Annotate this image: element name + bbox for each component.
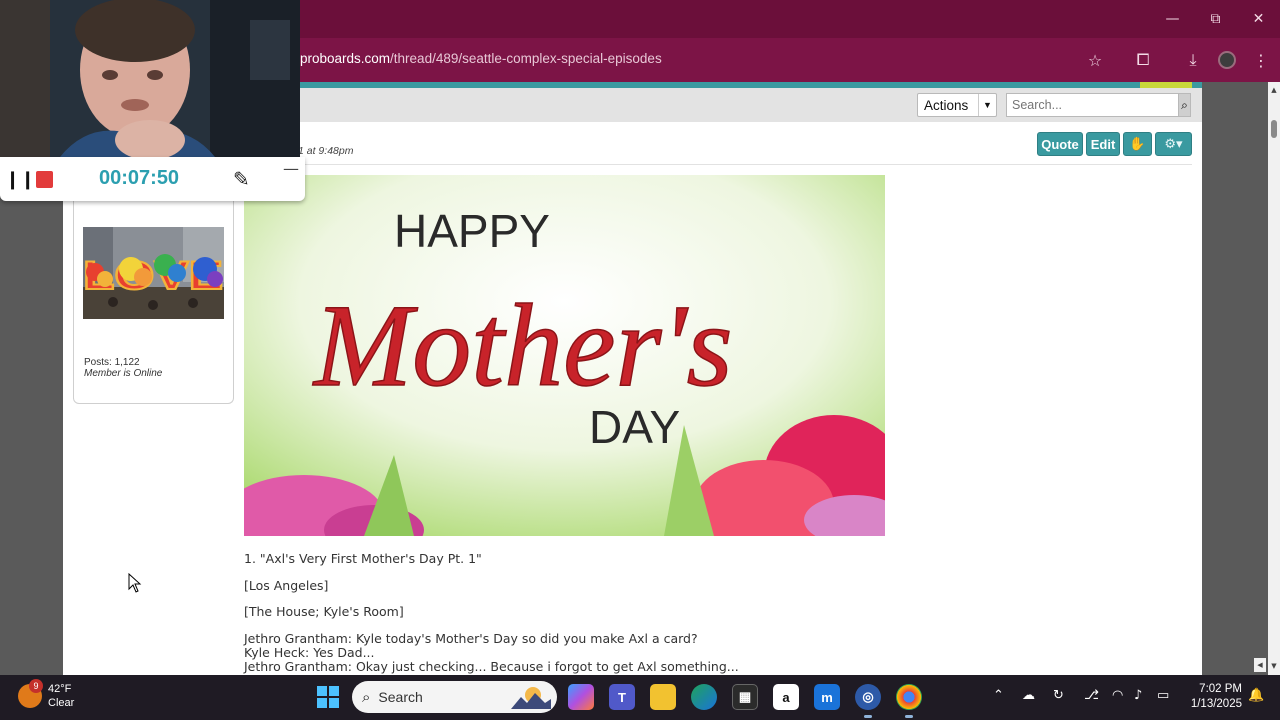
post-line: Jethro Grantham: Kyle today's Mother's D… <box>244 631 698 646</box>
url-host: proboards.com <box>300 51 391 66</box>
minimize-recorder-icon[interactable]: — <box>283 159 299 178</box>
search-icon: ⌕ <box>362 688 371 706</box>
download-icon[interactable]: ⤓ <box>1179 46 1207 74</box>
minimize-icon[interactable]: — <box>1151 0 1194 38</box>
wifi-icon[interactable]: ◠ <box>1112 688 1123 703</box>
weather-badge: 9 <box>29 679 43 693</box>
avatar[interactable]: LOVE <box>83 227 224 319</box>
webcam-overlay <box>0 0 300 157</box>
actions-dropdown[interactable]: Actions ▼ <box>917 93 997 117</box>
post-line: Jethro Grantham: Okay just checking... B… <box>244 659 739 674</box>
scroll-left-icon[interactable]: ◀ <box>1254 658 1266 672</box>
window-controls: — ⧉ ✕ <box>1151 0 1280 38</box>
actions-label: Actions <box>924 97 969 113</box>
sync-icon[interactable]: ↻ <box>1053 688 1064 703</box>
weather-temp: 42°F <box>48 683 72 695</box>
teams-icon[interactable]: T <box>609 684 635 710</box>
mouse-cursor-icon <box>128 573 142 593</box>
scroll-down-icon[interactable]: ▼ <box>1268 660 1280 672</box>
store-icon[interactable]: ▦ <box>732 684 758 710</box>
onedrive-icon[interactable]: ☁ <box>1022 688 1035 703</box>
volume-icon[interactable]: ♪ <box>1134 688 1142 703</box>
image-text-happy: HAPPY <box>394 205 550 257</box>
weather-widget[interactable]: 9 42°F Clear <box>18 679 75 710</box>
battery-icon[interactable]: ▭ <box>1157 688 1169 703</box>
puzzle-icon[interactable]: ⧠ <box>1129 46 1157 74</box>
edge-icon[interactable] <box>691 684 717 710</box>
like-button[interactable]: ✋ <box>1123 132 1152 156</box>
post-title: 1. "Axl's Very First Mother's Day Pt. 1" <box>244 551 482 566</box>
clock-date: 1/13/2025 <box>1190 698 1242 710</box>
chevron-up-icon[interactable]: ⌃ <box>993 688 1004 703</box>
microphone-icon[interactable]: ⎇ <box>1084 688 1099 703</box>
notification-bell-icon[interactable]: 🔔 <box>1248 688 1264 703</box>
chrome-icon[interactable] <box>896 684 922 718</box>
post-divider <box>240 164 1192 165</box>
taskbar-search-label: Search <box>378 689 423 705</box>
mothers-day-image: HAPPY Mother's DAY <box>244 175 885 536</box>
chevron-down-icon: ▼ <box>978 94 996 116</box>
clock-time: 7:02 PM <box>1199 683 1242 695</box>
search-highlight-icon <box>511 687 551 709</box>
screen-recorder-bar: ❙❙ 00:07:50 ✎ — <box>0 157 305 201</box>
start-button[interactable] <box>317 686 339 708</box>
page-scrollbar[interactable]: ▲ ▼ <box>1268 82 1280 675</box>
post-location: [Los Angeles] <box>244 578 329 593</box>
search-input[interactable] <box>1006 93 1179 117</box>
post-scene: [The House; Kyle's Room] <box>244 604 404 619</box>
post-options-button[interactable]: ⚙▾ <box>1155 132 1192 156</box>
stop-icon[interactable] <box>36 171 53 188</box>
address-bar[interactable]: proboards.com/thread/489/seattle-complex… <box>290 44 1120 74</box>
system-clock[interactable]: 7:02 PM 1/13/2025 <box>1184 682 1242 712</box>
online-status: Member is Online <box>84 368 163 379</box>
pen-icon[interactable]: ✎ <box>233 167 250 191</box>
app-icon[interactable]: ◎ <box>855 684 881 718</box>
edit-button[interactable]: Edit <box>1086 132 1120 156</box>
scroll-up-icon[interactable]: ▲ <box>1268 84 1280 96</box>
post-date: 1 at 9:48pm <box>298 145 354 157</box>
quote-button[interactable]: Quote <box>1037 132 1083 156</box>
profile-avatar[interactable] <box>1213 46 1241 74</box>
post-count: Posts: 1,122 <box>84 357 140 368</box>
close-icon[interactable]: ✕ <box>1237 0 1280 38</box>
forum-search: ⌕ <box>1006 93 1191 117</box>
mini-profile: LOVE Posts: 1,122 Member is Online <box>73 182 234 404</box>
thread-content: 1 at 9:48pm Quote Edit ✋ ⚙▾ LOVE Posts: … <box>63 122 1202 675</box>
post-line: Kyle Heck: Yes Dad... <box>244 645 375 660</box>
image-text-day: DAY <box>589 401 680 453</box>
url-path: /thread/489/seattle-complex-special-epis… <box>390 51 662 66</box>
mcafee-icon[interactable]: m <box>814 684 840 710</box>
pause-icon[interactable]: ❙❙ <box>5 169 35 190</box>
restore-icon[interactable]: ⧉ <box>1194 0 1237 38</box>
file-explorer-icon[interactable] <box>650 684 676 710</box>
weather-condition: Clear <box>48 697 75 709</box>
recording-timer: 00:07:50 <box>99 167 180 189</box>
moon-icon: 9 <box>18 679 43 708</box>
image-text-mothers: Mother's <box>312 280 733 411</box>
kebab-menu-icon[interactable]: ⋮ <box>1247 46 1275 74</box>
copilot-icon[interactable] <box>568 684 594 710</box>
windows-taskbar: 9 42°F Clear ⌕ Search T ▦ a m ◎ ⌃ ☁ ↻ ⎇ … <box>0 675 1280 720</box>
scroll-thumb[interactable] <box>1271 120 1277 138</box>
thumbs-up-icon: ✋ <box>1129 136 1146 152</box>
amazon-icon[interactable]: a <box>773 684 799 710</box>
search-icon[interactable]: ⌕ <box>1179 93 1191 117</box>
star-icon[interactable]: ☆ <box>1081 46 1109 74</box>
gear-icon: ⚙▾ <box>1164 136 1183 152</box>
taskbar-search[interactable]: ⌕ Search <box>352 681 557 713</box>
